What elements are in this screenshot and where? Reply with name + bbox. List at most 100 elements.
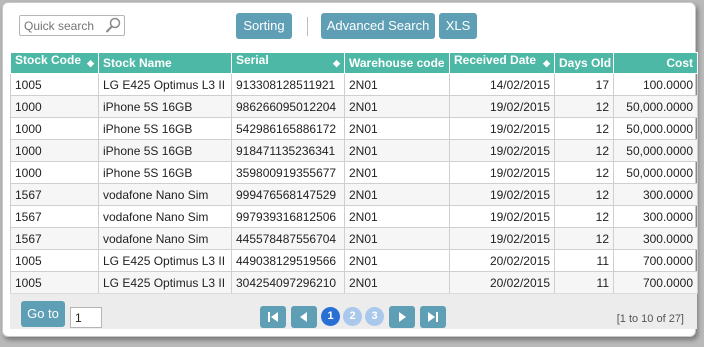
table-cell: 12 [554,95,614,118]
table-cell: LG E425 Optimus L3 II [98,271,232,294]
quick-search-input[interactable] [20,16,104,35]
table-cell: 1000 [10,139,99,162]
table-cell: 700.0000 [613,271,698,294]
table-cell: 20/02/2015 [449,249,555,272]
page-number-1[interactable]: 1 [321,307,340,326]
sort-icon[interactable]: ◆ [333,54,340,73]
table-cell: 986266095012204 [231,95,345,118]
record-range-text: [1 to 10 of 27] [616,313,684,325]
column-header-label: Stock Code [15,53,82,68]
sort-icon[interactable]: ◆ [87,54,94,73]
advanced-search-button[interactable]: Advanced Search [321,13,435,39]
table-cell: 14/02/2015 [449,73,555,96]
table-cell: 19/02/2015 [449,139,555,162]
column-header-cost[interactable]: Cost [613,52,698,74]
table-cell: 12 [554,227,614,250]
table-cell: 17 [554,73,614,96]
column-header-label: Cost [666,56,693,70]
search-icon[interactable] [105,17,121,37]
table-cell: 2N01 [344,227,450,250]
column-header-label: Stock Name [103,56,172,70]
stock-table: Stock Code ◆ Stock Name Serial ◆ Warehou… [10,52,698,294]
table-row[interactable]: 1000 iPhone 5S 16GB 986266095012204 2N01 19/… [10,95,698,118]
table-cell: 50,000.0000 [613,161,698,184]
column-header-label: Serial [236,53,269,68]
xls-export-button[interactable]: XLS [439,13,477,39]
table-cell: 913308128511921 [231,73,345,96]
page-number-3[interactable]: 3 [365,307,384,326]
table-cell: 1567 [10,205,99,228]
table-body: 1005 LG E425 Optimus L3 II 913308128511921… [10,73,698,294]
table-cell: 100.0000 [613,73,698,96]
table-cell: LG E425 Optimus L3 II [98,249,232,272]
table-row[interactable]: 1000 iPhone 5S 16GB 359800919355677 2N01 19/… [10,161,698,184]
last-page-button[interactable] [420,306,446,328]
table-cell: 445578487556704 [231,227,345,250]
table-cell: iPhone 5S 16GB [98,117,232,140]
pagination-footer: Go to 1 2 3 [1 to 10 of 27] [10,293,697,329]
table-cell: vodafone Nano Sim [98,183,232,206]
table-cell: 2N01 [344,183,450,206]
next-page-button[interactable] [389,306,415,328]
goto-page-input[interactable] [70,307,102,328]
quick-search-box[interactable] [19,15,125,36]
table-cell: 50,000.0000 [613,117,698,140]
table-cell: 300.0000 [613,227,698,250]
table-row[interactable]: 1005 LG E425 Optimus L3 II 304254097296210… [10,271,698,294]
table-cell: 300.0000 [613,205,698,228]
table-row[interactable]: 1000 iPhone 5S 16GB 542986165886172 2N01 19/… [10,117,698,140]
table-cell: 1005 [10,73,99,96]
table-cell: 2N01 [344,139,450,162]
table-cell: 12 [554,139,614,162]
table-cell: 50,000.0000 [613,139,698,162]
table-cell: LG E425 Optimus L3 II [98,73,232,96]
table-cell: 2N01 [344,95,450,118]
column-header-received-date[interactable]: Received Date ◆ [449,52,555,74]
table-row[interactable]: 1567 vodafone Nano Sim 997939316812506 2N01… [10,205,698,228]
table-row[interactable]: 1567 vodafone Nano Sim 445578487556704 2N01… [10,227,698,250]
stock-grid-panel: Sorting Advanced Search XLS Stock Code ◆… [2,2,698,337]
page-number-2[interactable]: 2 [343,307,362,326]
table-cell: 1000 [10,161,99,184]
table-cell: 997939316812506 [231,205,345,228]
table-row[interactable]: 1567 vodafone Nano Sim 999476568147529 2N01… [10,183,698,206]
column-header-serial[interactable]: Serial ◆ [231,52,345,74]
table-cell: 700.0000 [613,249,698,272]
next-page-icon [399,312,406,322]
table-cell: 2N01 [344,249,450,272]
table-cell: 1005 [10,249,99,272]
first-page-icon [268,312,278,322]
table-header-row: Stock Code ◆ Stock Name Serial ◆ Warehou… [10,52,698,74]
table-row[interactable]: 1000 iPhone 5S 16GB 918471135236341 2N01 19/… [10,139,698,162]
table-cell: 1000 [10,117,99,140]
column-header-label: Warehouse code [349,56,445,70]
table-cell: 999476568147529 [231,183,345,206]
table-row[interactable]: 1005 LG E425 Optimus L3 II 449038129519566… [10,249,698,272]
previous-page-button[interactable] [291,306,317,328]
table-cell: 359800919355677 [231,161,345,184]
goto-button[interactable]: Go to [21,301,65,327]
table-cell: 2N01 [344,205,450,228]
table-cell: vodafone Nano Sim [98,227,232,250]
table-cell: 2N01 [344,271,450,294]
first-page-button[interactable] [260,306,286,328]
previous-page-icon [300,312,307,322]
column-header-stock-code[interactable]: Stock Code ◆ [10,52,99,74]
table-cell: 50,000.0000 [613,95,698,118]
table-cell: iPhone 5S 16GB [98,95,232,118]
column-header-days-old[interactable]: Days Old [554,52,614,74]
table-cell: 542986165886172 [231,117,345,140]
sorting-button[interactable]: Sorting [236,13,292,39]
column-header-warehouse-code[interactable]: Warehouse code [344,52,450,74]
column-header-label: Days Old [559,56,612,70]
sort-icon[interactable]: ◆ [543,54,550,73]
column-header-label: Received Date [454,53,537,68]
table-cell: 2N01 [344,117,450,140]
last-page-icon [428,312,438,322]
toolbar: Sorting Advanced Search XLS [3,13,695,39]
column-header-stock-name[interactable]: Stock Name [98,52,232,74]
table-cell: 1567 [10,183,99,206]
table-cell: 19/02/2015 [449,205,555,228]
table-cell: 19/02/2015 [449,183,555,206]
table-row[interactable]: 1005 LG E425 Optimus L3 II 913308128511921… [10,73,698,96]
